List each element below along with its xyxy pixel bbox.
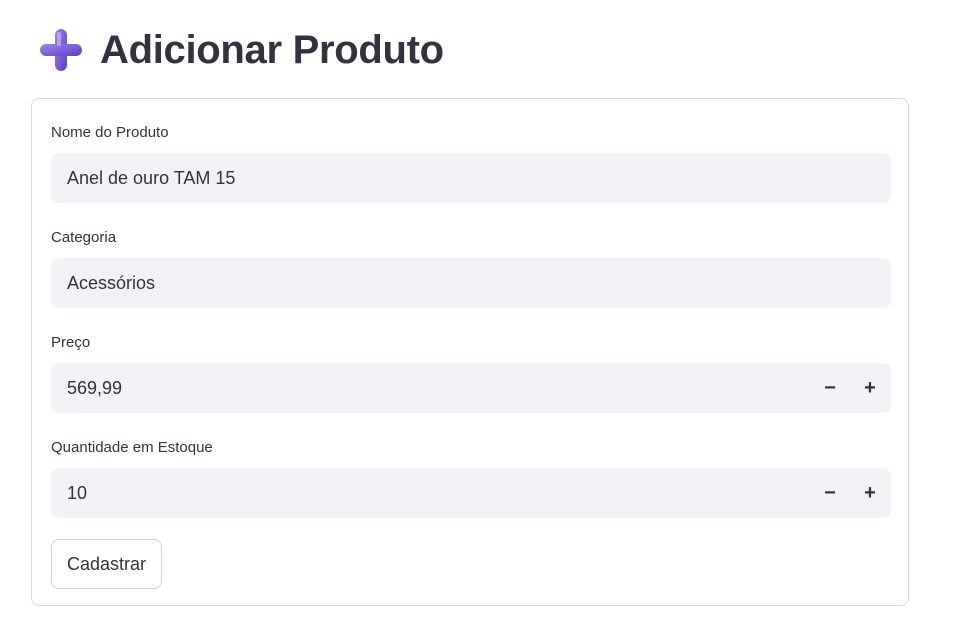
- price-value: 569,99: [67, 378, 123, 398]
- price-increment-button[interactable]: +: [853, 363, 887, 413]
- stock-quantity-value: 10: [67, 483, 88, 503]
- page-title: Adicionar Produto: [100, 27, 444, 72]
- price-decrement-button[interactable]: −: [813, 363, 847, 413]
- stock-quantity-label: Quantidade em Estoque: [51, 439, 213, 456]
- category-input[interactable]: Acessórios: [51, 258, 891, 308]
- product-form: Nome do Produto Anel de ouro TAM 15 Cate…: [31, 98, 909, 606]
- price-label: Preço: [51, 334, 91, 351]
- category-value: Acessórios: [67, 273, 156, 293]
- heavy-plus-icon: [38, 27, 84, 73]
- product-name-label: Nome do Produto: [51, 124, 169, 141]
- product-name-value: Anel de ouro TAM 15: [67, 168, 236, 188]
- stock-increment-button[interactable]: +: [853, 468, 887, 518]
- category-label: Categoria: [51, 229, 117, 246]
- price-input[interactable]: 569,99 − +: [51, 363, 891, 413]
- submit-button[interactable]: Cadastrar: [51, 539, 163, 589]
- product-name-input[interactable]: Anel de ouro TAM 15: [51, 153, 891, 203]
- stock-decrement-button[interactable]: −: [813, 468, 847, 518]
- page-header: Adicionar Produto: [38, 24, 444, 76]
- stock-quantity-input[interactable]: 10 − +: [51, 468, 891, 518]
